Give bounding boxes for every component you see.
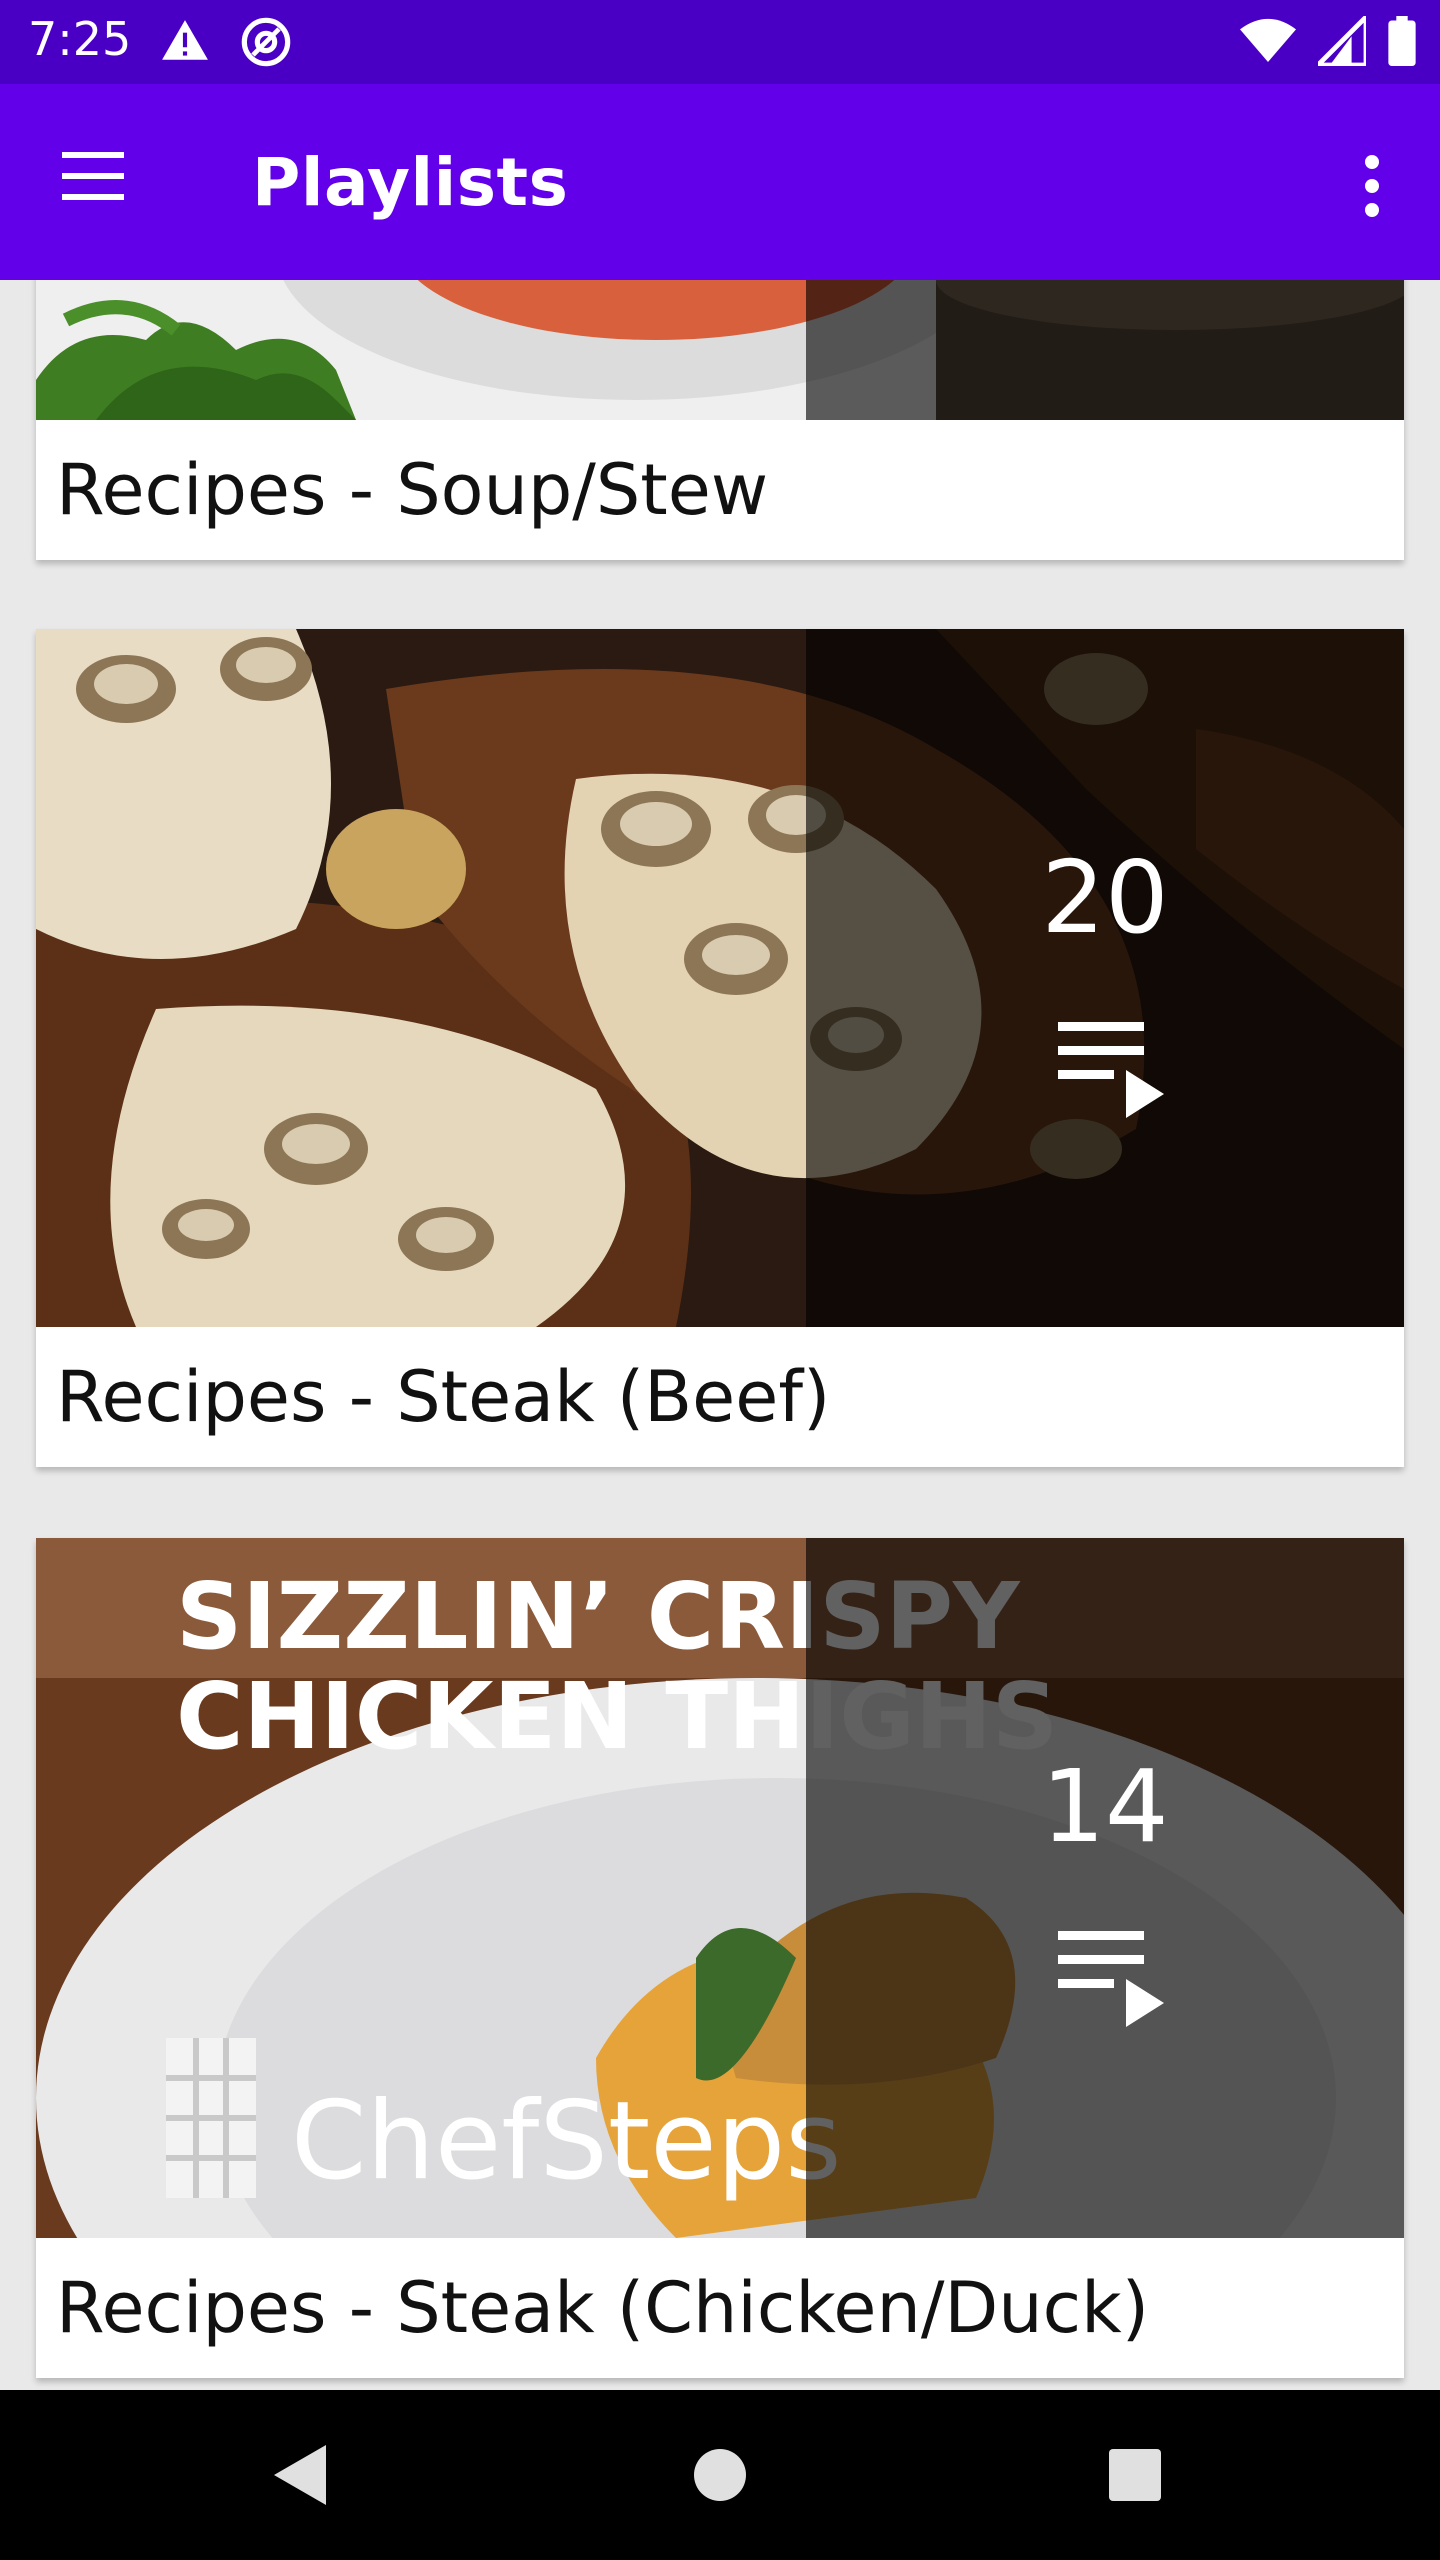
playlist-thumbnail: SIZZLIN’ CRISPY CHICKEN THIGHS ChefSteps… — [36, 1538, 1404, 2238]
page-title: Playlists — [252, 144, 569, 221]
playlist-card[interactable]: 20 Recipes - Steak (Beef) — [36, 629, 1404, 1467]
playlist-thumbnail: 20 — [36, 629, 1404, 1327]
playlist-play-icon — [1056, 1923, 1166, 2037]
playlist-thumbnail — [36, 280, 1404, 420]
playlist-title: Recipes - Soup/Stew — [56, 449, 769, 531]
more-vert-icon[interactable] — [1344, 146, 1400, 226]
at-sign-icon — [240, 16, 292, 72]
wifi-icon — [1240, 16, 1296, 70]
back-icon[interactable] — [255, 2430, 345, 2520]
thumbnail-overlay — [806, 629, 1404, 1327]
playlist-card[interactable]: SIZZLIN’ CRISPY CHICKEN THIGHS ChefSteps… — [36, 1538, 1404, 2378]
app-bar: Playlists — [0, 84, 1440, 280]
cell-signal-icon — [1312, 11, 1369, 70]
thumbnail-brand: ChefSteps — [291, 2079, 842, 2204]
thumbnail-overlay — [806, 280, 1404, 420]
battery-icon — [1388, 16, 1416, 70]
recents-icon[interactable] — [1090, 2430, 1180, 2520]
video-count: 14 — [1041, 1748, 1169, 1865]
playlist-title: Recipes - Steak (Beef) — [56, 1356, 831, 1438]
status-bar: 7:25 — [0, 0, 1440, 84]
playlist-play-icon — [1056, 1014, 1166, 1128]
system-nav-bar — [0, 2390, 1440, 2560]
playlist-card[interactable]: Recipes - Soup/Stew — [36, 280, 1404, 560]
playlist-list[interactable]: Recipes - Soup/Stew 20 Recipes - Steak (… — [0, 280, 1440, 2390]
playlist-title: Recipes - Steak (Chicken/Duck) — [56, 2267, 1149, 2349]
home-icon[interactable] — [675, 2430, 765, 2520]
hamburger-menu-icon[interactable] — [58, 146, 138, 226]
thumbnail-overlay — [806, 1538, 1404, 2238]
video-count: 20 — [1041, 839, 1169, 956]
status-time: 7:25 — [28, 12, 132, 66]
warning-icon — [160, 16, 210, 72]
